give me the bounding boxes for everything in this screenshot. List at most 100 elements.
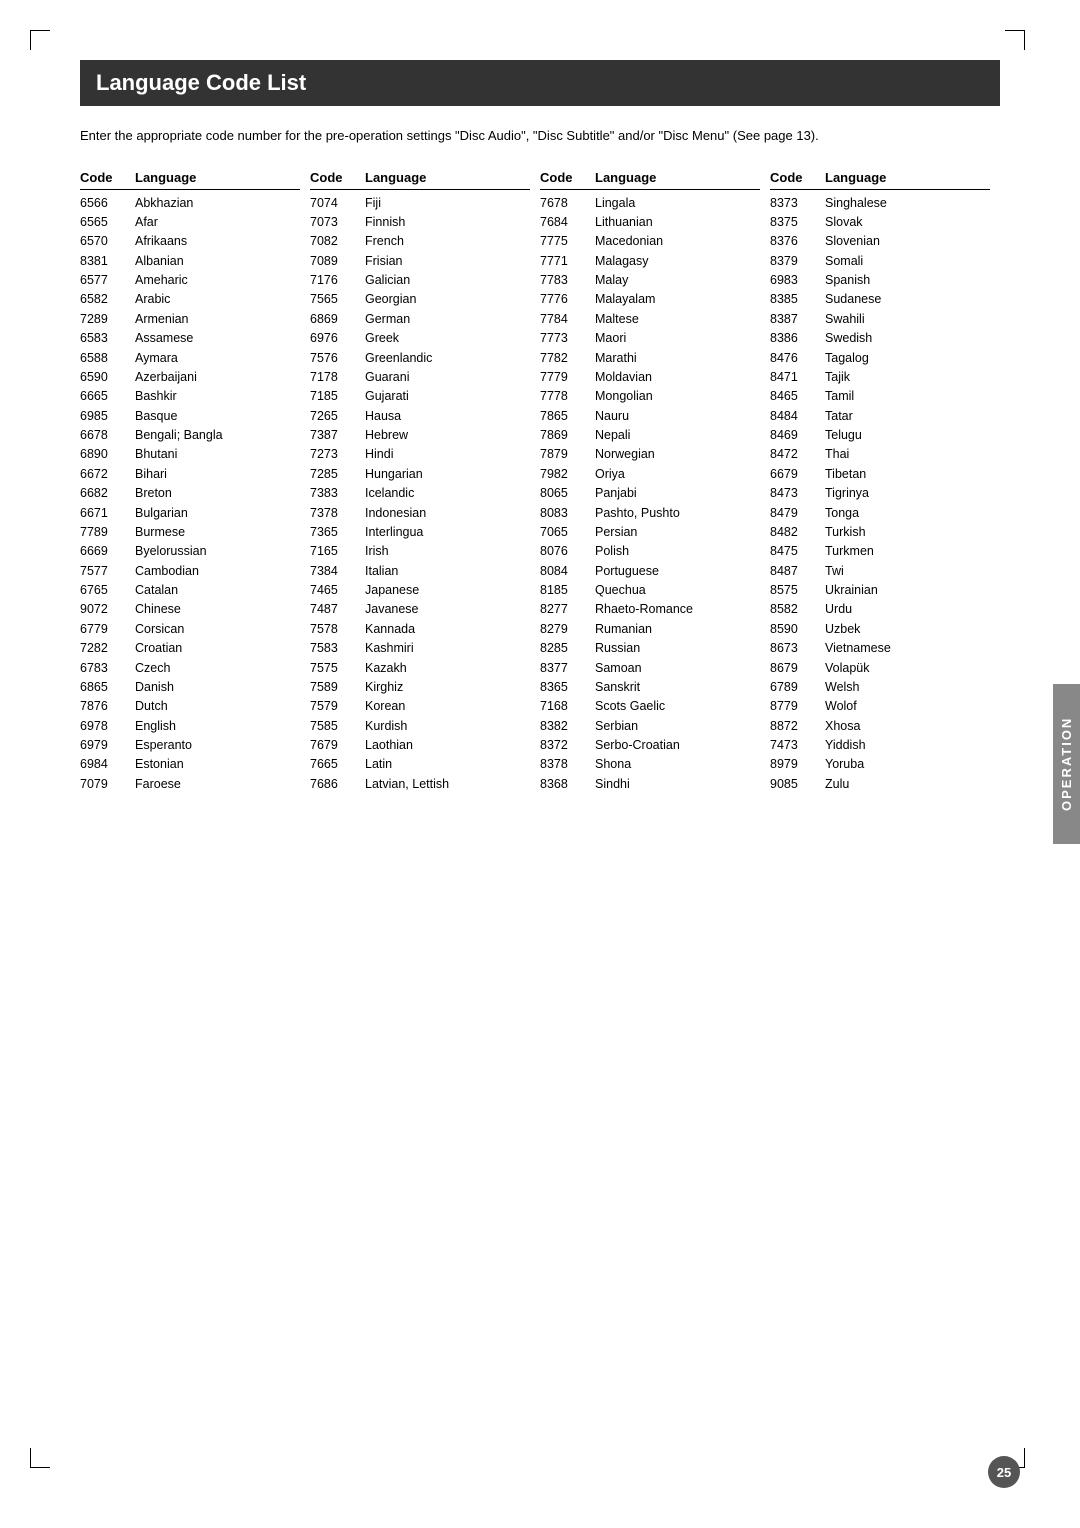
language-code: 7074 <box>310 194 365 213</box>
language-name: Twi <box>825 562 844 581</box>
list-item: 7065Persian <box>540 523 760 542</box>
list-item: 9085Zulu <box>770 775 990 794</box>
list-item: 7865Nauru <box>540 407 760 426</box>
language-code: 8779 <box>770 697 825 716</box>
language-code: 8872 <box>770 717 825 736</box>
list-item: 6682Breton <box>80 484 300 503</box>
language-name: Norwegian <box>595 445 655 464</box>
language-code: 7779 <box>540 368 595 387</box>
list-item: 7378Indonesian <box>310 504 530 523</box>
language-code: 7365 <box>310 523 365 542</box>
language-code: 7576 <box>310 349 365 368</box>
language-name: Indonesian <box>365 504 426 523</box>
language-code: 6979 <box>80 736 135 755</box>
language-name: Latin <box>365 755 392 774</box>
language-name: Oriya <box>595 465 625 484</box>
language-code: 6783 <box>80 659 135 678</box>
col-header-code: Code <box>770 170 825 185</box>
language-name: Abkhazian <box>135 194 193 213</box>
language-code: 7879 <box>540 445 595 464</box>
language-name: Tibetan <box>825 465 866 484</box>
list-item: 7089Frisian <box>310 252 530 271</box>
language-name: Byelorussian <box>135 542 207 561</box>
language-code: 6984 <box>80 755 135 774</box>
language-name: Cambodian <box>135 562 199 581</box>
list-item: 8365Sanskrit <box>540 678 760 697</box>
language-name: Serbian <box>595 717 638 736</box>
list-item: 6582Arabic <box>80 290 300 309</box>
list-item: 8378Shona <box>540 755 760 774</box>
language-code: 7383 <box>310 484 365 503</box>
list-item: 7982Oriya <box>540 465 760 484</box>
list-item: 7771Malagasy <box>540 252 760 271</box>
language-code: 8386 <box>770 329 825 348</box>
language-name: Guarani <box>365 368 409 387</box>
language-code: 6566 <box>80 194 135 213</box>
language-name: Nepali <box>595 426 630 445</box>
language-code: 6577 <box>80 271 135 290</box>
col-header-code: Code <box>310 170 365 185</box>
language-name: Slovak <box>825 213 863 232</box>
language-name: Japanese <box>365 581 419 600</box>
language-name: Sudanese <box>825 290 881 309</box>
list-item: 7575Kazakh <box>310 659 530 678</box>
language-name: Welsh <box>825 678 860 697</box>
language-code: 7178 <box>310 368 365 387</box>
language-name: Corsican <box>135 620 184 639</box>
list-item: 7178Guarani <box>310 368 530 387</box>
language-code: 6665 <box>80 387 135 406</box>
list-item: 6979Esperanto <box>80 736 300 755</box>
list-item: 8376Slovenian <box>770 232 990 251</box>
language-code: 6789 <box>770 678 825 697</box>
list-item: 7583Kashmiri <box>310 639 530 658</box>
list-item: 7185Gujarati <box>310 387 530 406</box>
list-item: 8471Tajik <box>770 368 990 387</box>
list-item: 8472Thai <box>770 445 990 464</box>
language-name: Arabic <box>135 290 170 309</box>
list-item: 7577Cambodian <box>80 562 300 581</box>
language-code: 8279 <box>540 620 595 639</box>
language-code: 8076 <box>540 542 595 561</box>
list-item: 6984Estonian <box>80 755 300 774</box>
language-code: 8487 <box>770 562 825 581</box>
list-item: 7679Laothian <box>310 736 530 755</box>
title-box: Language Code List <box>80 60 1000 106</box>
language-name: Afrikaans <box>135 232 187 251</box>
language-name: Javanese <box>365 600 419 619</box>
language-name: Macedonian <box>595 232 663 251</box>
language-name: Esperanto <box>135 736 192 755</box>
list-item: 8979Yoruba <box>770 755 990 774</box>
language-code: 8378 <box>540 755 595 774</box>
language-name: Faroese <box>135 775 181 794</box>
language-code: 8379 <box>770 252 825 271</box>
language-name: Irish <box>365 542 389 561</box>
language-code: 7776 <box>540 290 595 309</box>
list-item: 6978English <box>80 717 300 736</box>
language-name: Quechua <box>595 581 646 600</box>
language-code: 7465 <box>310 581 365 600</box>
list-item: 7265Hausa <box>310 407 530 426</box>
list-item: 7665Latin <box>310 755 530 774</box>
language-name: Vietnamese <box>825 639 891 658</box>
language-table: CodeLanguage6566Abkhazian6565Afar6570Afr… <box>80 170 1000 795</box>
language-name: Assamese <box>135 329 193 348</box>
corner-mark-tl <box>30 30 50 50</box>
language-name: Telugu <box>825 426 862 445</box>
language-code: 7285 <box>310 465 365 484</box>
language-name: Malagasy <box>595 252 649 271</box>
language-code: 8476 <box>770 349 825 368</box>
list-item: 8385Sudanese <box>770 290 990 309</box>
list-item: 7074Fiji <box>310 194 530 213</box>
language-name: Czech <box>135 659 170 678</box>
list-item: 8387Swahili <box>770 310 990 329</box>
language-name: Dutch <box>135 697 168 716</box>
language-code: 6590 <box>80 368 135 387</box>
language-code: 6679 <box>770 465 825 484</box>
language-name: Interlingua <box>365 523 423 542</box>
language-name: Gujarati <box>365 387 409 406</box>
language-name: Breton <box>135 484 172 503</box>
col-header-language: Language <box>365 170 426 185</box>
col-header-1: CodeLanguage <box>80 170 300 190</box>
language-code: 7577 <box>80 562 135 581</box>
page-title: Language Code List <box>96 70 984 96</box>
